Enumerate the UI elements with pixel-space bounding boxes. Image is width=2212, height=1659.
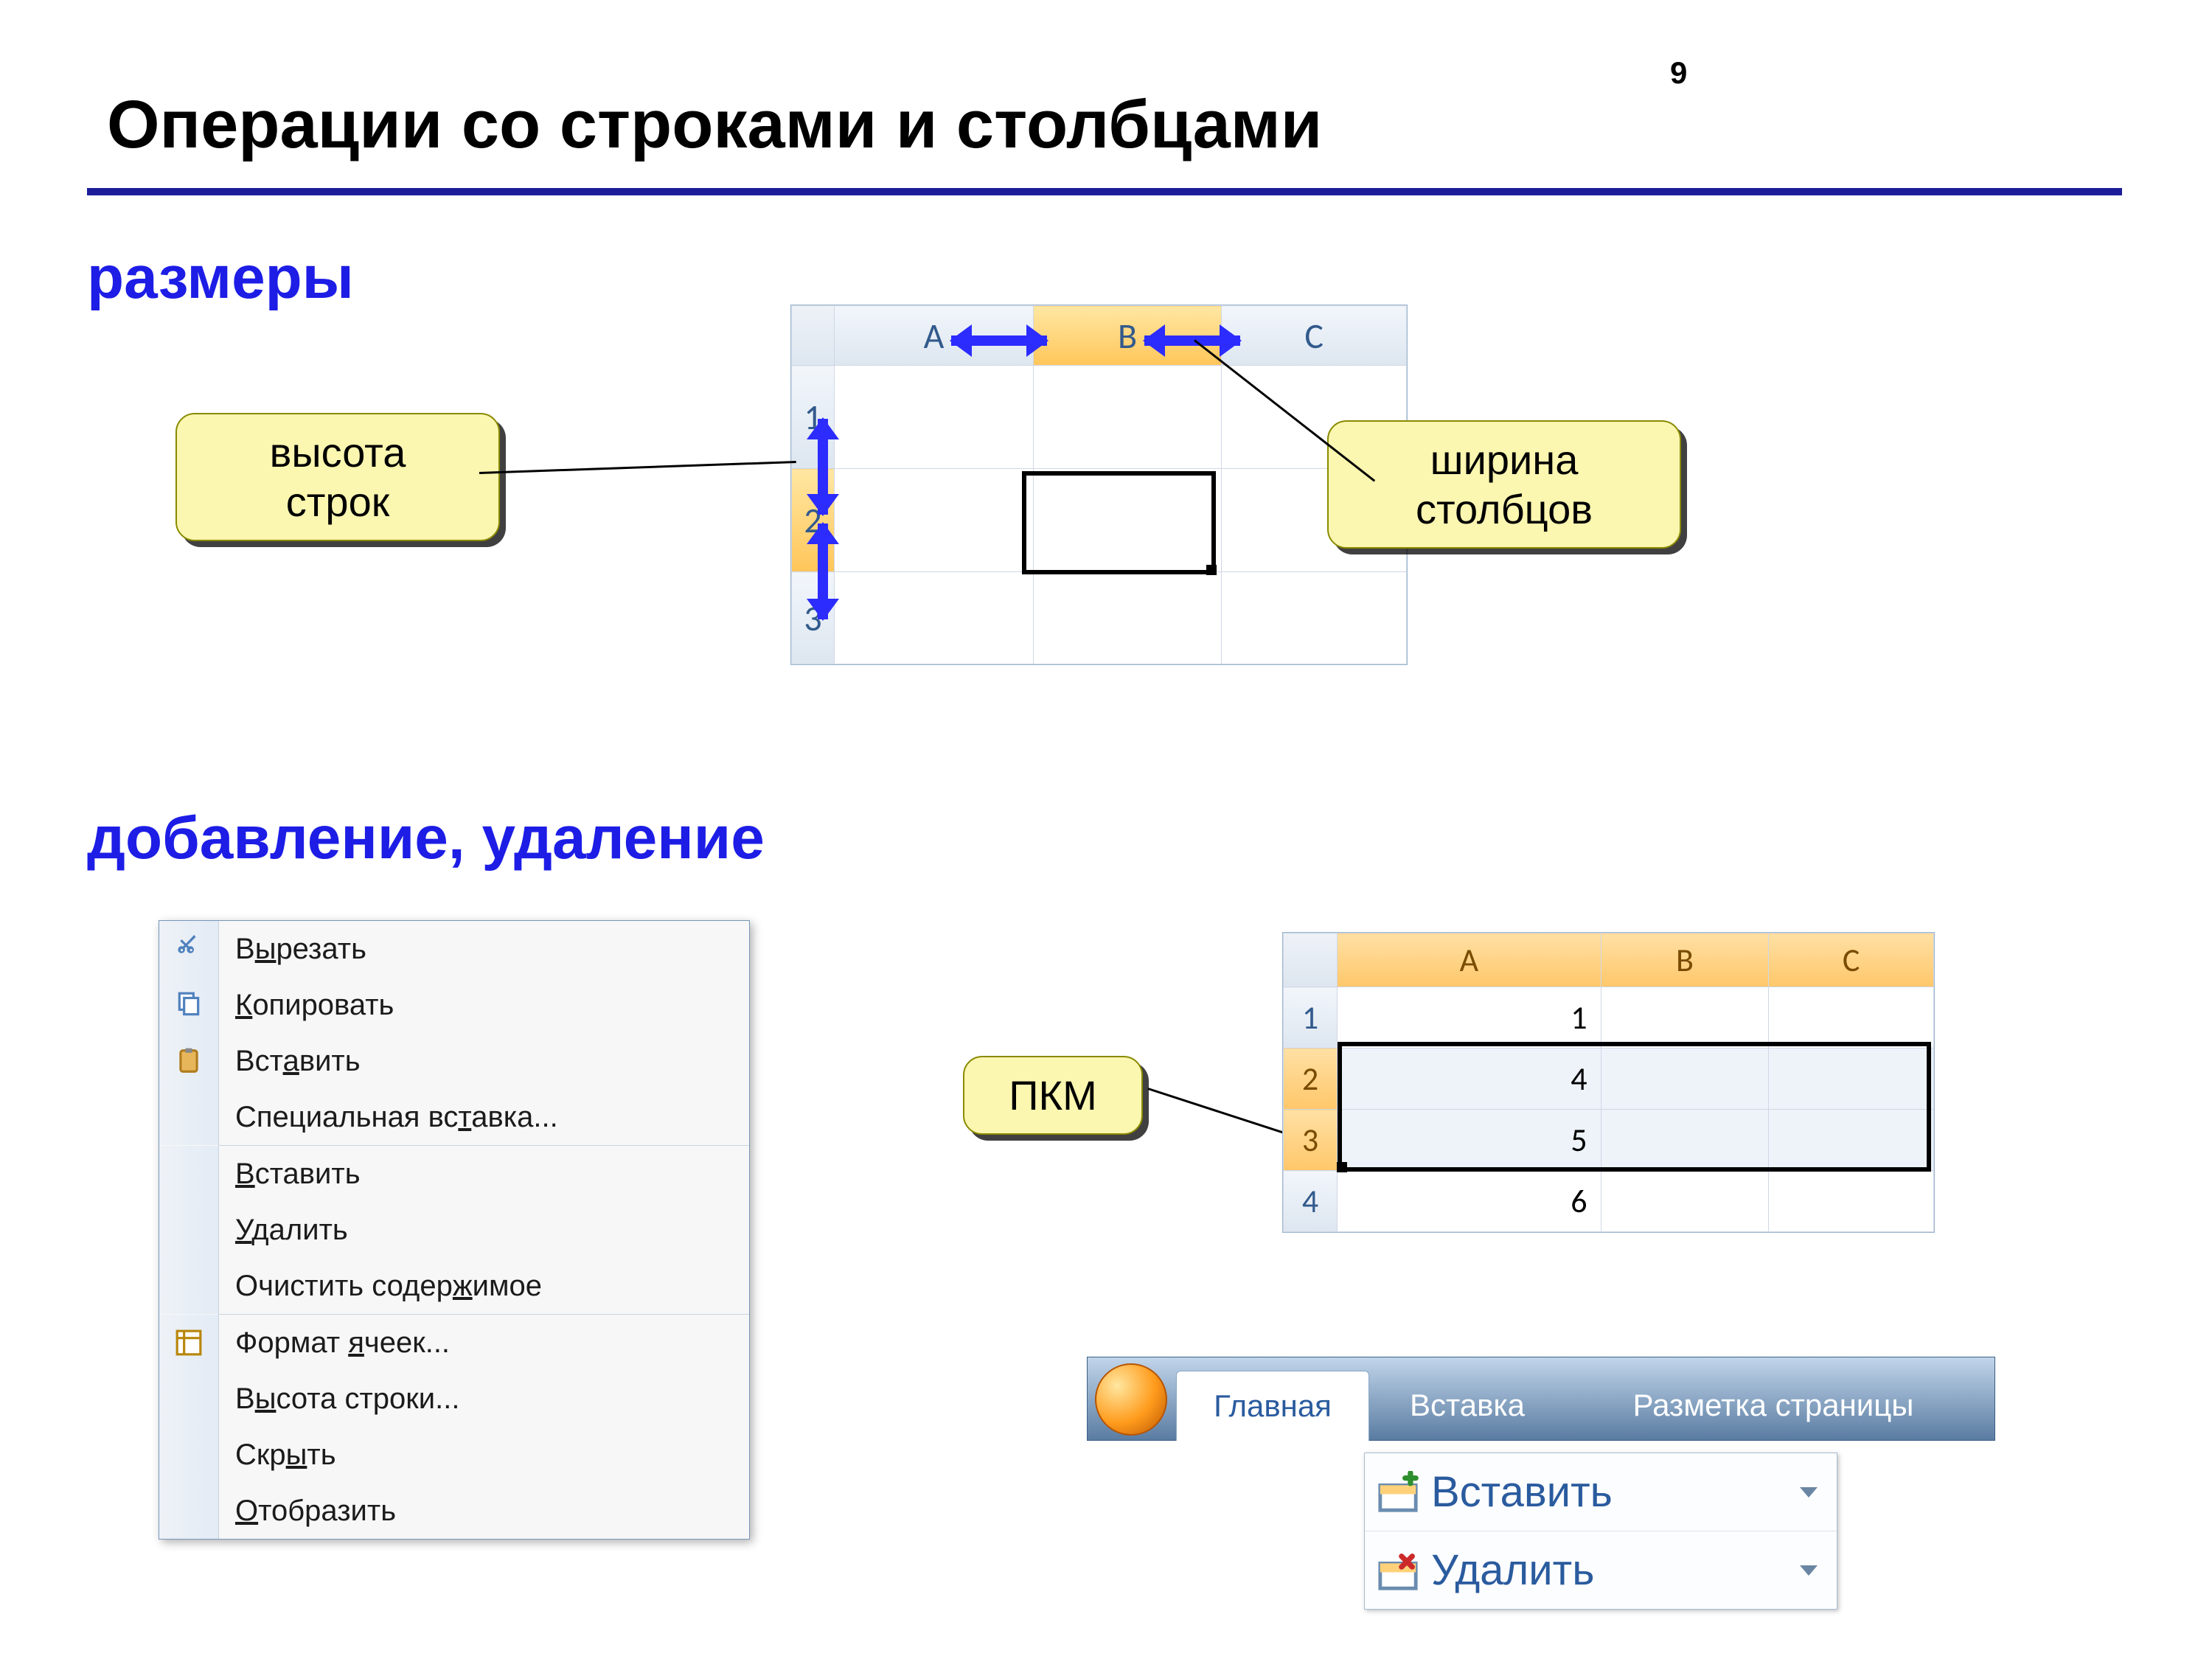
menu-label: Вырезать — [219, 933, 749, 966]
col-header-a[interactable]: A — [1338, 933, 1601, 987]
blank-icon — [159, 1427, 219, 1483]
menu-label: Копировать — [219, 989, 749, 1022]
delete-button[interactable]: Удалить — [1365, 1531, 1837, 1609]
menu-item-delete[interactable]: Удалить — [159, 1202, 749, 1258]
menu-item-format-cells[interactable]: Формат ячеек... — [159, 1315, 749, 1371]
select-all-corner[interactable] — [792, 306, 835, 366]
insert-cells-icon — [1365, 1453, 1431, 1531]
cell[interactable] — [1769, 1048, 1934, 1110]
menu-item-unhide[interactable]: Отобразить — [159, 1483, 749, 1539]
cell[interactable] — [1769, 1171, 1934, 1232]
cell[interactable] — [1601, 1048, 1769, 1110]
col-header-b[interactable]: B — [1601, 933, 1769, 987]
blank-icon — [159, 1483, 219, 1539]
blank-icon — [159, 1258, 219, 1314]
cell[interactable] — [1769, 987, 1934, 1048]
col-header-c[interactable]: C — [1769, 933, 1934, 987]
button-label: Удалить — [1431, 1545, 1794, 1595]
menu-label: Специальная вставка... — [219, 1101, 749, 1134]
cell[interactable]: 4 — [1338, 1048, 1601, 1110]
cell[interactable] — [1769, 1110, 1934, 1171]
col-header-c[interactable]: C — [1222, 306, 1407, 366]
tab-insert[interactable]: Вставка — [1382, 1371, 1552, 1440]
excel-grid-resize: A B C 1 2 3 — [790, 305, 1408, 665]
insert-button[interactable]: Вставить — [1365, 1453, 1837, 1531]
callout-text: ширина столбцов — [1416, 437, 1593, 532]
cell[interactable] — [1033, 469, 1221, 572]
cell[interactable] — [1601, 987, 1769, 1048]
callout-row-height: высота строк — [175, 413, 500, 541]
blank-icon — [159, 1146, 219, 1202]
cell[interactable]: 5 — [1338, 1110, 1601, 1171]
dropdown-arrow-icon[interactable] — [1794, 1556, 1823, 1585]
delete-cells-icon — [1365, 1531, 1431, 1609]
cell[interactable] — [835, 366, 1034, 469]
ribbon-tabs: Главная Вставка Разметка страницы — [1087, 1357, 1995, 1441]
resize-col-arrow-icon — [1144, 324, 1240, 357]
resize-row-arrow-icon — [807, 524, 839, 619]
menu-item-hide[interactable]: Скрыть — [159, 1427, 749, 1483]
page-title: Операции со строками и столбцами — [107, 86, 1322, 164]
cell[interactable] — [1601, 1110, 1769, 1171]
paste-icon — [159, 1033, 219, 1089]
row-header[interactable]: 3 — [1284, 1110, 1338, 1171]
callout-rmb: ПКМ — [963, 1056, 1143, 1135]
menu-label: Формат ячеек... — [219, 1326, 749, 1360]
blank-icon — [159, 1089, 219, 1145]
format-cells-icon — [159, 1315, 219, 1371]
tab-home[interactable]: Главная — [1176, 1371, 1369, 1441]
context-menu: Вырезать Копировать Вставить Специальная… — [159, 920, 750, 1540]
callout-leader — [1148, 1088, 1289, 1135]
cell[interactable] — [1601, 1171, 1769, 1232]
menu-item-insert[interactable]: Вставить — [159, 1146, 749, 1202]
slide: 9 Операции со строками и столбцами разме… — [0, 0, 2212, 1659]
cell[interactable] — [1033, 572, 1221, 664]
cell[interactable]: 6 — [1338, 1171, 1601, 1232]
row-header[interactable]: 4 — [1284, 1171, 1338, 1232]
blank-icon — [159, 1371, 219, 1427]
menu-item-copy[interactable]: Копировать — [159, 977, 749, 1033]
office-button-icon[interactable] — [1095, 1363, 1167, 1436]
cell[interactable] — [835, 572, 1034, 664]
select-all-corner[interactable] — [1284, 933, 1338, 987]
callout-text: ПКМ — [1009, 1072, 1097, 1119]
cells-group-buttons: Вставить Удалить — [1364, 1453, 1837, 1610]
excel-grid-selection: A B C 1 1 2 4 3 5 — [1282, 932, 1935, 1233]
callout-leader — [479, 461, 796, 474]
resize-row-arrow-icon — [807, 419, 839, 515]
menu-item-paste-special[interactable]: Специальная вставка... — [159, 1089, 749, 1145]
tab-page-layout[interactable]: Разметка страницы — [1567, 1371, 1980, 1440]
cell[interactable] — [1033, 366, 1221, 469]
cell[interactable] — [835, 469, 1034, 572]
button-label: Вставить — [1431, 1467, 1794, 1517]
menu-label: Вставить — [219, 1158, 749, 1191]
scissors-icon — [159, 921, 219, 977]
row-header[interactable]: 1 — [1284, 987, 1338, 1048]
row-header[interactable]: 2 — [1284, 1048, 1338, 1110]
menu-label: Скрыть — [219, 1439, 749, 1472]
page-number: 9 — [1670, 55, 1687, 91]
dropdown-arrow-icon[interactable] — [1794, 1478, 1823, 1507]
cell[interactable] — [1222, 572, 1407, 664]
menu-label: Очистить содержимое — [219, 1270, 749, 1303]
menu-item-clear[interactable]: Очистить содержимое — [159, 1258, 749, 1314]
section-sizes: размеры — [87, 243, 354, 313]
menu-item-cut[interactable]: Вырезать — [159, 921, 749, 977]
callout-text: высота строк — [270, 429, 406, 525]
menu-item-paste[interactable]: Вставить — [159, 1033, 749, 1089]
blank-icon — [159, 1202, 219, 1258]
callout-col-width: ширина столбцов — [1327, 420, 1681, 549]
copy-icon — [159, 977, 219, 1033]
title-rule — [87, 188, 2122, 195]
menu-label: Вставить — [219, 1045, 749, 1078]
menu-label: Удалить — [219, 1214, 749, 1247]
section-add-delete: добавление, удаление — [87, 804, 765, 873]
cell[interactable]: 1 — [1338, 987, 1601, 1048]
resize-col-arrow-icon — [951, 324, 1047, 357]
menu-label: Высота строки... — [219, 1382, 749, 1416]
menu-label: Отобразить — [219, 1495, 749, 1528]
menu-item-row-height[interactable]: Высота строки... — [159, 1371, 749, 1427]
